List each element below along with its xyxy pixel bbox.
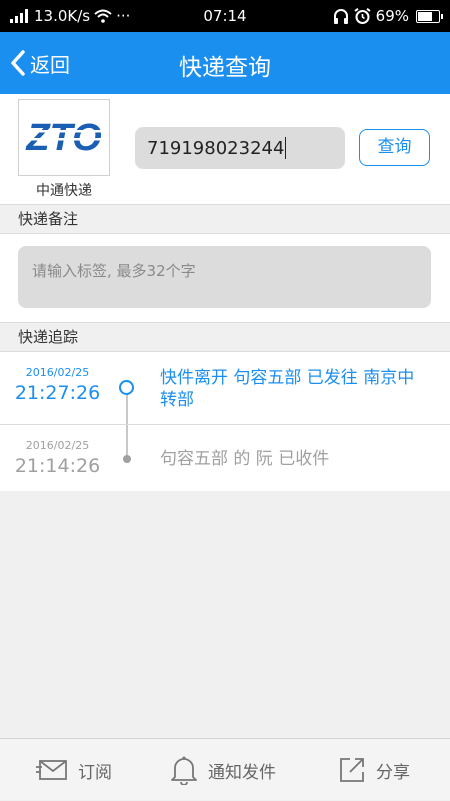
tracking-header: 快递追踪 (0, 322, 450, 352)
status-bar: 13.0K/s ··· 07:14 69% (0, 0, 450, 32)
tracking-event: 2016/02/25 21:14:26 句容五部 的 阮 已收件 (0, 425, 450, 491)
query-button[interactable]: 查询 (359, 129, 430, 166)
headset-icon (333, 8, 348, 24)
carrier-row: ZTO 中通快递 719198023244 查询 (0, 94, 450, 204)
bottom-toolbar: 订阅 通知发件 分享 (0, 738, 450, 800)
timeline-dot-active (119, 380, 134, 395)
text-cursor (285, 137, 287, 159)
tracking-event-latest: 2016/02/25 21:27:26 快件离开 句容五部 已发往 南京中转部 (0, 352, 450, 425)
tracking-number-input[interactable]: 719198023244 (135, 127, 345, 169)
remark-area: 请输入标签, 最多32个字 (0, 234, 450, 322)
event-description: 快件离开 句容五部 已发往 南京中转部 (160, 368, 415, 410)
alarm-icon (354, 8, 371, 24)
remark-header: 快递备注 (0, 204, 450, 234)
event-date: 2016/02/25 (25, 366, 90, 379)
battery-icon (416, 9, 443, 23)
event-date: 2016/02/25 (25, 439, 90, 452)
nav-bar: 返回 快递查询 (0, 32, 450, 94)
carrier-name: 中通快递 (36, 183, 92, 199)
share-label: 分享 (376, 762, 410, 783)
timeline-dot (123, 455, 131, 463)
page-title: 快递查询 (179, 55, 271, 81)
tracking-number-value: 719198023244 (147, 137, 285, 159)
subscribe-label: 订阅 (78, 762, 112, 783)
notify-send-button[interactable]: 通知发件 (170, 739, 276, 801)
event-time: 21:14:26 (14, 455, 101, 477)
event-description: 句容五部 的 阮 已收件 (160, 449, 330, 469)
notify-send-label: 通知发件 (208, 762, 276, 783)
share-button[interactable]: 分享 (338, 739, 410, 801)
carrier-logo: ZTO (18, 99, 110, 176)
remark-placeholder: 请输入标签, 最多32个字 (32, 262, 196, 280)
status-right: 69% (333, 7, 443, 25)
bell-icon (171, 756, 197, 785)
subscribe-button[interactable]: 订阅 (36, 739, 112, 801)
share-icon (340, 758, 364, 782)
zto-logo-icon: ZTO (25, 117, 101, 159)
envelope-icon (36, 760, 67, 780)
remark-input[interactable]: 请输入标签, 最多32个字 (18, 246, 431, 308)
tracking-list: 2016/02/25 21:27:26 快件离开 句容五部 已发往 南京中转部 … (0, 352, 450, 491)
event-time: 21:27:26 (14, 382, 101, 404)
battery-percent: 69% (375, 7, 409, 25)
